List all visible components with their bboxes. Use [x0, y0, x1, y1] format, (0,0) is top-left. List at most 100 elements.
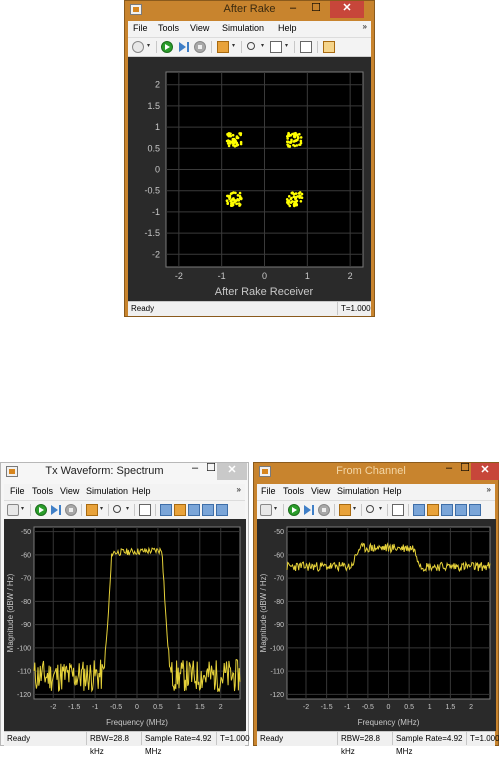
menu-help[interactable]: Help	[383, 486, 402, 496]
chevron-down-icon[interactable]: ▾	[147, 42, 150, 49]
scatter-point	[228, 139, 232, 143]
menu-overflow-icon[interactable]: »	[237, 485, 241, 494]
x-tick-label: -2	[303, 704, 309, 711]
distortion-icon[interactable]	[216, 504, 228, 516]
y-tick-label: -80	[274, 599, 284, 606]
zoom-in-icon[interactable]	[366, 505, 374, 513]
menu-help[interactable]: Help	[278, 23, 297, 33]
close-button[interactable]: ✕	[330, 1, 364, 18]
highlight-icon[interactable]	[339, 504, 351, 516]
menu-view[interactable]: View	[190, 23, 209, 33]
chevron-down-icon[interactable]: ▾	[274, 505, 277, 512]
fit-axes-icon[interactable]	[139, 504, 151, 516]
menu-file[interactable]: File	[133, 23, 148, 33]
y-tick-label: -90	[274, 622, 284, 629]
highlight-icon[interactable]	[217, 41, 229, 53]
after-rake-titlebar[interactable]: After Rake – ☐ ✕	[125, 1, 374, 19]
toolbar-separator	[211, 41, 212, 53]
toolbar-separator	[30, 504, 31, 516]
zoom-in-icon[interactable]	[247, 42, 255, 50]
menu-view[interactable]: View	[311, 486, 330, 496]
scatter-point	[295, 202, 298, 206]
chevron-down-icon[interactable]: ▾	[232, 42, 235, 49]
highlight-icon[interactable]	[86, 504, 98, 516]
menu-file[interactable]: File	[261, 486, 276, 496]
scatter-point	[227, 194, 230, 198]
y-tick-label: -0.5	[144, 186, 160, 196]
scatter-point	[287, 133, 291, 136]
edit-icon[interactable]	[413, 504, 425, 516]
menu-simulation[interactable]: Simulation	[222, 23, 264, 33]
channel-icon[interactable]	[202, 504, 214, 516]
rbw-readout: RBW=28.8 kHz	[337, 732, 392, 756]
close-button[interactable]: ✕	[471, 463, 499, 480]
maximize-button[interactable]: ☐	[305, 1, 327, 18]
stop-icon[interactable]	[318, 504, 330, 516]
chevron-down-icon[interactable]: ▾	[126, 505, 129, 512]
menu-help[interactable]: Help	[132, 486, 151, 496]
y-tick-label: -1	[152, 207, 160, 217]
chevron-down-icon[interactable]: ▾	[100, 505, 103, 512]
after-rake-window: After Rake – ☐ ✕ File Tools View Simulat…	[124, 0, 375, 317]
chevron-down-icon[interactable]: ▾	[21, 505, 24, 512]
run-icon[interactable]	[288, 504, 300, 516]
menu-simulation[interactable]: Simulation	[337, 486, 379, 496]
spectrum-ylabel: Magnitude (dBW / Hz)	[259, 573, 268, 652]
toolbar-separator	[334, 504, 335, 516]
menu-tools[interactable]: Tools	[158, 23, 179, 33]
menu-file[interactable]: File	[10, 486, 25, 496]
fit-axes-icon[interactable]	[300, 41, 312, 53]
tx-spectrum-titlebar[interactable]: Tx Waveform: Spectrum – ☐ ✕	[1, 462, 248, 481]
run-icon[interactable]	[35, 504, 47, 516]
chevron-down-icon[interactable]: ▾	[285, 42, 288, 49]
settings-icon[interactable]	[7, 504, 19, 516]
channel-icon[interactable]	[455, 504, 467, 516]
chevron-down-icon[interactable]: ▾	[379, 505, 382, 512]
x-tick-label: -0.5	[110, 704, 122, 711]
menu-overflow-icon[interactable]: »	[363, 22, 367, 31]
run-icon[interactable]	[161, 41, 173, 53]
stop-icon[interactable]	[65, 504, 77, 516]
menu-simulation[interactable]: Simulation	[86, 486, 128, 496]
scatter-point	[225, 199, 229, 202]
tx-spectrum-toolbar: ▾ ▾ ▾	[4, 500, 245, 520]
scatter-point	[232, 197, 235, 200]
distortion-icon[interactable]	[469, 504, 481, 516]
scatter-point	[238, 191, 242, 195]
scale-axes-icon[interactable]	[270, 41, 282, 53]
step-forward-icon[interactable]	[50, 504, 62, 516]
time-readout: T=1.000	[337, 302, 373, 315]
toolbar-separator	[283, 504, 284, 516]
after-rake-plot-area: -2 -1 0 1 2 2 1.5 1 0.5 0 -0.5 -1 -1.5 -2 After Rake …	[128, 57, 371, 301]
zoom-in-icon[interactable]	[113, 505, 121, 513]
cursor-icon[interactable]	[188, 504, 200, 516]
cursor-icon[interactable]	[441, 504, 453, 516]
fit-axes-icon[interactable]	[392, 504, 404, 516]
x-tick-label: -1.5	[68, 704, 80, 711]
edit-icon[interactable]	[160, 504, 172, 516]
measurements-icon[interactable]	[323, 41, 335, 53]
x-tick-label: 1	[177, 704, 181, 711]
close-button[interactable]: ✕	[217, 463, 247, 480]
stop-icon[interactable]	[194, 41, 206, 53]
from-channel-window: From Channel – ☐ ✕ File Tools View Simul…	[253, 462, 499, 756]
step-forward-icon[interactable]	[303, 504, 315, 516]
chevron-down-icon[interactable]: ▾	[261, 42, 264, 49]
minimize-button[interactable]: –	[282, 1, 304, 18]
scatter-point	[289, 197, 293, 201]
peak-finder-icon[interactable]	[174, 504, 186, 516]
chevron-down-icon[interactable]: ▾	[353, 505, 356, 512]
scatter-point	[290, 191, 294, 195]
step-forward-icon[interactable]	[178, 41, 190, 53]
scatter-point	[230, 191, 234, 195]
scatter-point	[298, 143, 301, 147]
menu-tools[interactable]: Tools	[32, 486, 53, 496]
menu-overflow-icon[interactable]: »	[487, 485, 491, 494]
settings-icon[interactable]	[260, 504, 272, 516]
settings-icon[interactable]	[132, 41, 144, 53]
menu-tools[interactable]: Tools	[283, 486, 304, 496]
peak-finder-icon[interactable]	[427, 504, 439, 516]
menu-view[interactable]: View	[60, 486, 79, 496]
x-tick-label: 2	[348, 271, 353, 281]
from-channel-titlebar[interactable]: From Channel – ☐ ✕	[254, 462, 499, 481]
